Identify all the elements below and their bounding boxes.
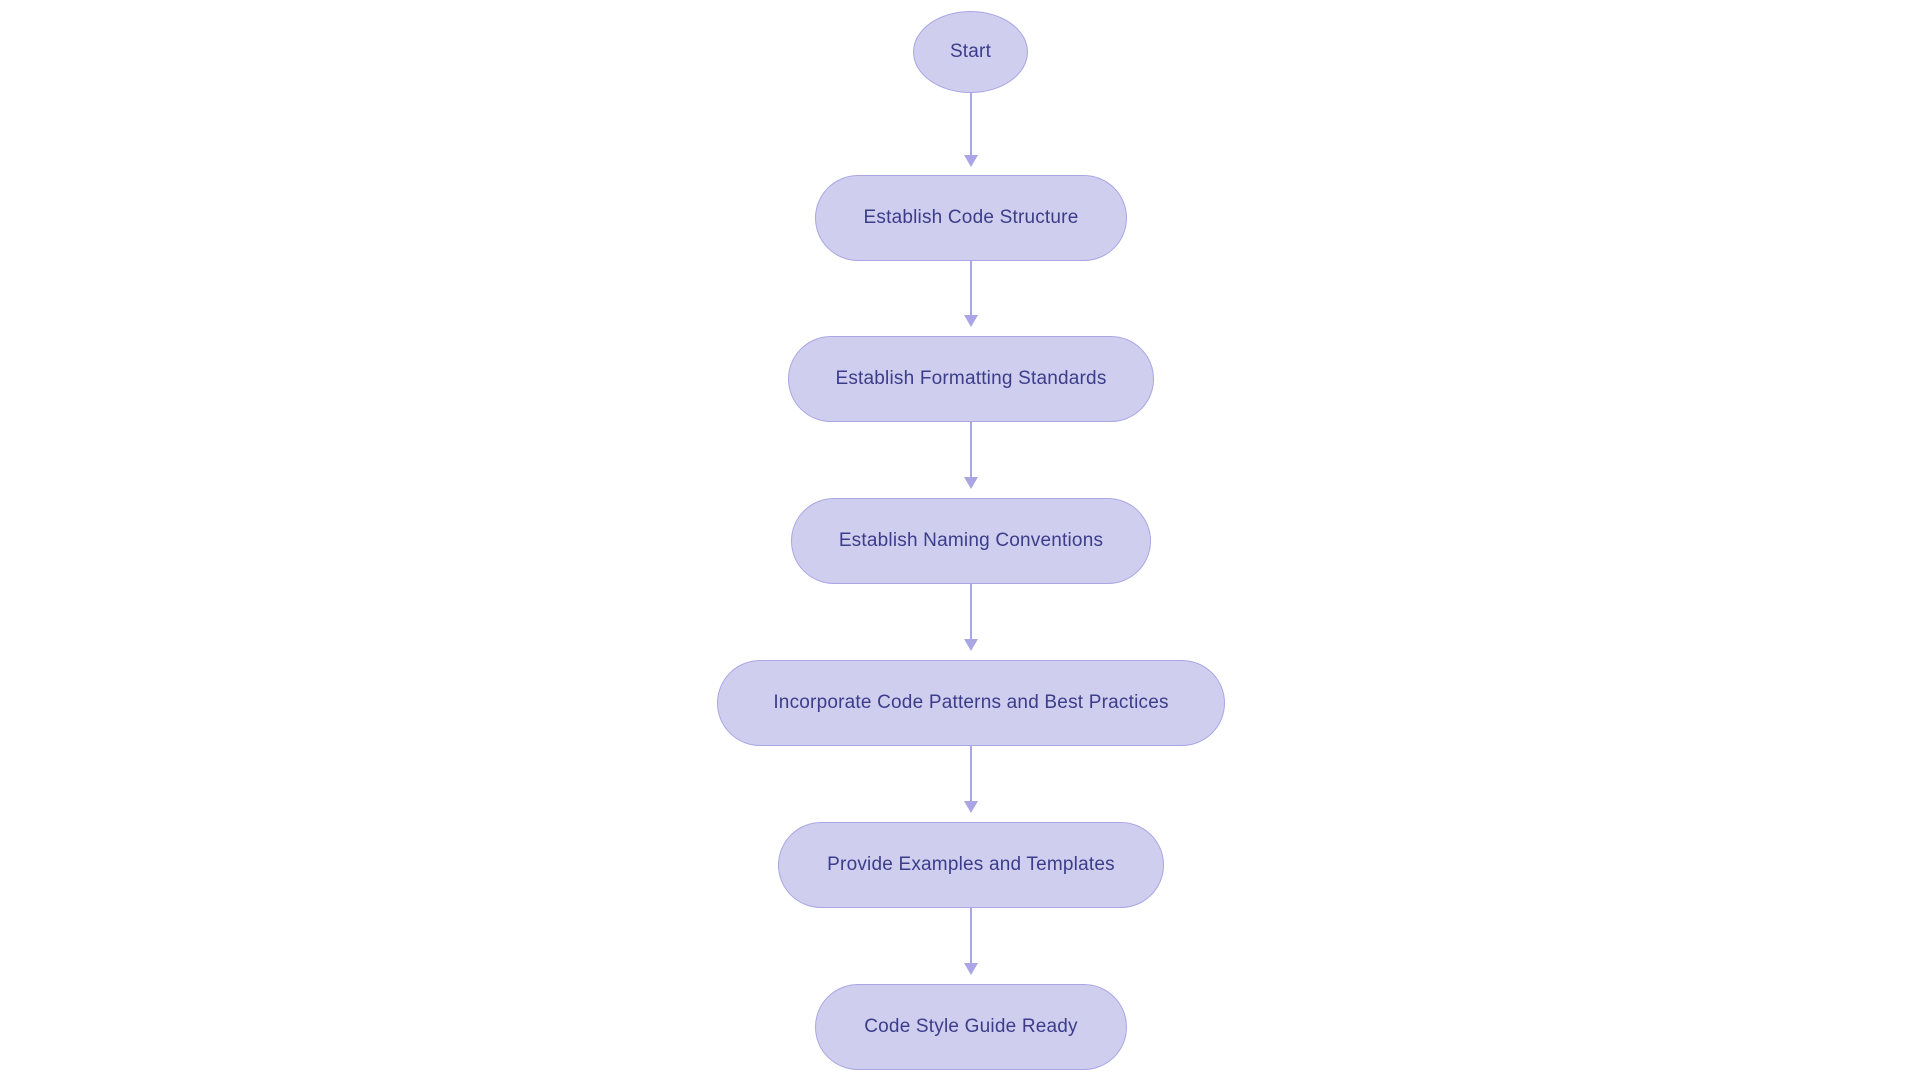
arrow <box>970 908 972 963</box>
arrowhead-icon <box>964 477 978 489</box>
arrowhead-icon <box>964 963 978 975</box>
arrowhead-icon <box>964 639 978 651</box>
arrow <box>970 261 972 315</box>
arrowhead-icon <box>964 801 978 813</box>
arrow <box>970 93 972 155</box>
arrow <box>970 584 972 639</box>
node-incorporate-patterns: Incorporate Code Patterns and Best Pract… <box>717 660 1225 746</box>
flowchart-canvas: Start Establish Code Structure Establish… <box>0 0 1920 1080</box>
node-label: Establish Formatting Standards <box>835 368 1106 390</box>
node-label: Establish Naming Conventions <box>839 530 1103 552</box>
node-label: Provide Examples and Templates <box>827 854 1115 876</box>
arrowhead-icon <box>964 155 978 167</box>
node-establish-code-structure: Establish Code Structure <box>815 175 1127 261</box>
node-start: Start <box>913 11 1028 93</box>
arrow <box>970 746 972 801</box>
node-establish-formatting-standards: Establish Formatting Standards <box>788 336 1154 422</box>
node-establish-naming-conventions: Establish Naming Conventions <box>791 498 1151 584</box>
node-code-style-guide-ready: Code Style Guide Ready <box>815 984 1127 1070</box>
arrow <box>970 422 972 477</box>
arrowhead-icon <box>964 315 978 327</box>
node-label: Code Style Guide Ready <box>864 1016 1078 1038</box>
node-provide-examples: Provide Examples and Templates <box>778 822 1164 908</box>
node-label: Establish Code Structure <box>864 207 1079 229</box>
node-label: Start <box>950 41 991 63</box>
node-label: Incorporate Code Patterns and Best Pract… <box>773 692 1168 714</box>
